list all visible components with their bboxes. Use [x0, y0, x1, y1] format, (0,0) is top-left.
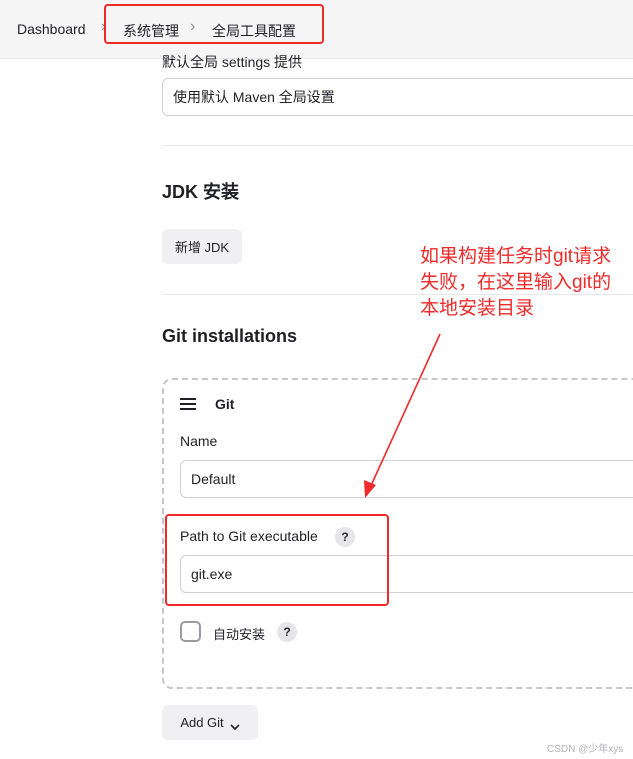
- watermark: CSDN @少年xys: [547, 744, 624, 755]
- maven-settings-select[interactable]: 使用默认 Maven 全局设置: [162, 78, 633, 116]
- auto-install-checkbox[interactable]: [180, 621, 201, 642]
- chevron-down-icon: [230, 719, 240, 730]
- section-divider: [162, 145, 633, 146]
- maven-settings-value: 使用默认 Maven 全局设置: [173, 89, 335, 105]
- annotation-text: 如果构建任务时git请求失败，在这里输入git的本地安装目录: [420, 246, 612, 319]
- jdk-section-title: JDK 安装: [162, 182, 240, 202]
- help-icon[interactable]: ?: [277, 622, 297, 642]
- annotation-highlight-breadcrumb: [104, 4, 324, 44]
- git-name-value: Default: [191, 471, 236, 487]
- auto-install-label: 自动安装: [213, 627, 266, 642]
- annotation-arrow-icon: [364, 333, 441, 498]
- maven-settings-label: 默认全局 settings 提供: [162, 54, 303, 70]
- git-section-title: Git installations: [162, 326, 298, 346]
- add-jdk-button[interactable]: 新增 JDK: [162, 229, 242, 264]
- add-jdk-label: 新增 JDK: [174, 240, 230, 255]
- hamburger-icon[interactable]: [180, 397, 196, 411]
- breadcrumb-item-dashboard[interactable]: Dashboard: [17, 21, 86, 37]
- git-card-header: Git: [215, 396, 235, 412]
- add-git-button[interactable]: Add Git: [162, 705, 258, 740]
- annotation-highlight-path: [165, 514, 389, 606]
- git-name-label: Name: [180, 433, 218, 449]
- add-git-label: Add Git: [180, 715, 224, 730]
